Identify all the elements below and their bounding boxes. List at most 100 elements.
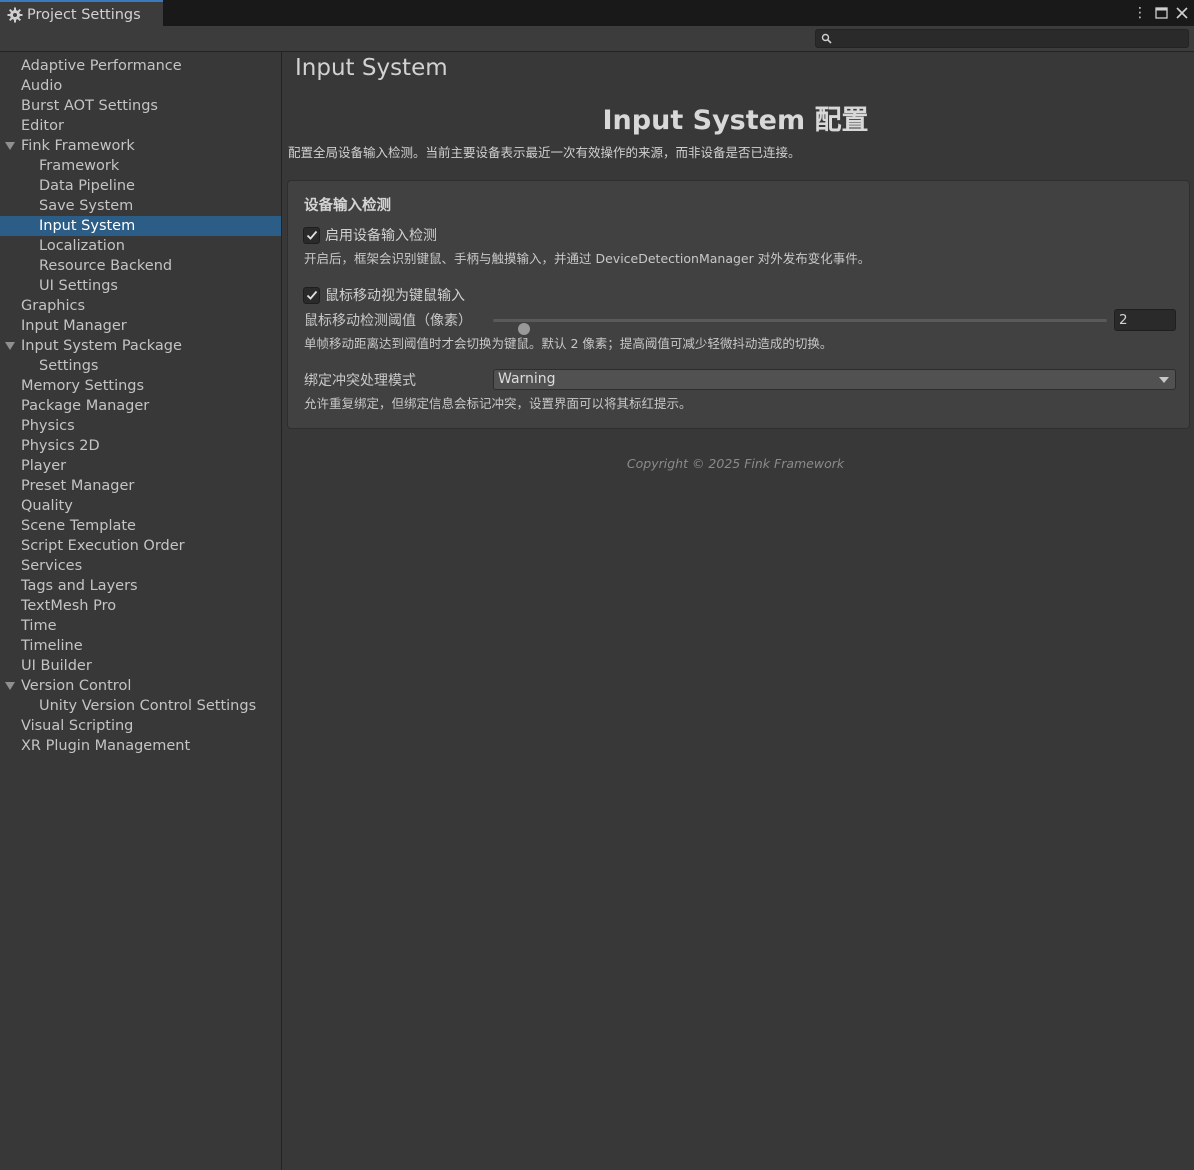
- sidebar-item-label: Memory Settings: [21, 378, 145, 394]
- sidebar-item-label: Input Manager: [21, 318, 127, 334]
- threshold-slider-track[interactable]: [493, 319, 1107, 335]
- search-input[interactable]: [815, 29, 1189, 48]
- close-icon[interactable]: [1176, 7, 1188, 19]
- sidebar-item-player[interactable]: Player: [0, 456, 281, 476]
- sidebar-item-script-execution-order[interactable]: Script Execution Order: [0, 536, 281, 556]
- search-icon: [821, 33, 832, 44]
- sidebar-item-input-manager[interactable]: Input Manager: [0, 316, 281, 336]
- sidebar-item-ui-builder[interactable]: UI Builder: [0, 656, 281, 676]
- sidebar-item-label: UI Builder: [21, 658, 92, 674]
- mouse-as-kbm-toggle[interactable]: 鼠标移动视为键鼠输入: [303, 285, 465, 305]
- expand-arrow-icon[interactable]: [5, 142, 15, 150]
- copyright-footer: Copyright © 2025 Fink Framework: [626, 456, 845, 471]
- sidebar-item-xr-plugin-management[interactable]: XR Plugin Management: [0, 736, 281, 756]
- sidebar-item-label: Visual Scripting: [21, 718, 134, 734]
- mouse-as-kbm-label: 鼠标移动视为键鼠输入: [325, 288, 465, 304]
- sidebar-item-preset-manager[interactable]: Preset Manager: [0, 476, 281, 496]
- threshold-help: 单帧移动距离达到阈值时才会切换为键鼠。默认 2 像素；提高阈值可减少轻微抖动造成…: [304, 336, 833, 351]
- sidebar-item-physics-2d[interactable]: Physics 2D: [0, 436, 281, 456]
- checkmark-icon: [306, 290, 317, 300]
- sidebar-item-fink-framework[interactable]: Fink Framework: [0, 136, 281, 156]
- sidebar-item-data-pipeline[interactable]: Data Pipeline: [0, 176, 281, 196]
- sidebar-item-label: Script Execution Order: [21, 538, 185, 554]
- sidebar-item-input-system[interactable]: Input System: [0, 216, 281, 236]
- maximize-icon[interactable]: [1155, 7, 1168, 19]
- sidebar-item-label: Scene Template: [21, 518, 136, 534]
- sidebar-item-label: Player: [21, 458, 67, 474]
- sidebar-item-textmesh-pro[interactable]: TextMesh Pro: [0, 596, 281, 616]
- sidebar-item-label: Resource Backend: [39, 258, 173, 274]
- sidebar-item-label: Graphics: [21, 298, 86, 314]
- sidebar-item-label: Version Control: [21, 678, 132, 694]
- settings-content: Input System Input System 配置 配置全局设备输入检测。…: [283, 52, 1194, 1170]
- sidebar-item-memory-settings[interactable]: Memory Settings: [0, 376, 281, 396]
- chevron-down-icon: [1159, 377, 1169, 383]
- sidebar-item-label: Save System: [39, 198, 134, 214]
- expand-arrow-icon[interactable]: [5, 342, 15, 350]
- sidebar-item-label: Quality: [21, 498, 73, 514]
- sidebar-item-visual-scripting[interactable]: Visual Scripting: [0, 716, 281, 736]
- gear-icon: [7, 7, 23, 22]
- sidebar-item-label: Package Manager: [21, 398, 150, 414]
- sidebar-item-physics[interactable]: Physics: [0, 416, 281, 436]
- sidebar-item-label: Unity Version Control Settings: [39, 698, 257, 714]
- sidebar-item-label: Adaptive Performance: [21, 58, 182, 74]
- sidebar-item-timeline[interactable]: Timeline: [0, 636, 281, 656]
- enable-detection-help: 开启后，框架会识别键鼠、手柄与触摸输入，并通过 DeviceDetectionM…: [304, 251, 871, 266]
- sidebar-item-settings[interactable]: Settings: [0, 356, 281, 376]
- sidebar-item-save-system[interactable]: Save System: [0, 196, 281, 216]
- sidebar-item-version-control[interactable]: Version Control: [0, 676, 281, 696]
- sidebar-item-label: Fink Framework: [21, 138, 135, 154]
- threshold-row: 鼠标移动检测阈值（像素） 2: [304, 309, 1176, 335]
- sidebar-item-graphics[interactable]: Graphics: [0, 296, 281, 316]
- sidebar-item-label: Physics 2D: [21, 438, 100, 454]
- sidebar-item-label: Time: [21, 618, 57, 634]
- toolbar: [0, 26, 1194, 52]
- sidebar-item-editor[interactable]: Editor: [0, 116, 281, 136]
- sidebar-item-scene-template[interactable]: Scene Template: [0, 516, 281, 536]
- sidebar-item-framework[interactable]: Framework: [0, 156, 281, 176]
- sidebar-item-label: Physics: [21, 418, 75, 434]
- sidebar-item-burst-aot-settings[interactable]: Burst AOT Settings: [0, 96, 281, 116]
- sidebar-item-label: Editor: [21, 118, 64, 134]
- sidebar-item-label: Settings: [39, 358, 99, 374]
- sidebar-item-label: Localization: [39, 238, 125, 254]
- device-detection-section: 设备输入检测 启用设备输入检测 开启后，框架会识别键鼠、手柄与触摸输入，并通过 …: [287, 180, 1190, 429]
- sidebar-item-label: Data Pipeline: [39, 178, 135, 194]
- sidebar-item-label: Audio: [21, 78, 63, 94]
- mouse-as-kbm-checkbox[interactable]: [303, 286, 320, 304]
- sidebar-item-label: Services: [21, 558, 83, 574]
- threshold-value-field[interactable]: 2: [1114, 309, 1176, 331]
- conflict-mode-row: 绑定冲突处理模式 Warning: [304, 369, 1176, 391]
- page-title: Input System: [295, 55, 448, 81]
- sidebar-item-label: Tags and Layers: [21, 578, 138, 594]
- window-titlebar: Project Settings ⋮: [0, 0, 1194, 27]
- sidebar-item-unity-version-control-settings[interactable]: Unity Version Control Settings: [0, 696, 281, 716]
- settings-sidebar: Adaptive Performance Audio Burst AOT Set…: [0, 52, 282, 1170]
- conflict-mode-label: 绑定冲突处理模式: [304, 373, 416, 389]
- sidebar-item-services[interactable]: Services: [0, 556, 281, 576]
- enable-detection-checkbox[interactable]: [303, 226, 320, 244]
- settings-tree: Adaptive Performance Audio Burst AOT Set…: [0, 56, 281, 756]
- sidebar-item-label: XR Plugin Management: [21, 738, 191, 754]
- sidebar-item-localization[interactable]: Localization: [0, 236, 281, 256]
- sidebar-item-adaptive-performance[interactable]: Adaptive Performance: [0, 56, 281, 76]
- sidebar-item-label: UI Settings: [39, 278, 118, 294]
- conflict-mode-dropdown[interactable]: Warning: [493, 369, 1176, 390]
- tab-title: Project Settings: [27, 6, 141, 23]
- project-settings-tab[interactable]: Project Settings: [0, 0, 163, 27]
- sidebar-item-input-system-package[interactable]: Input System Package: [0, 336, 281, 356]
- sidebar-item-label: TextMesh Pro: [21, 598, 117, 614]
- kebab-menu-icon[interactable]: ⋮: [1133, 4, 1147, 22]
- sidebar-item-quality[interactable]: Quality: [0, 496, 281, 516]
- sidebar-item-time[interactable]: Time: [0, 616, 281, 636]
- enable-detection-toggle[interactable]: 启用设备输入检测: [303, 225, 437, 245]
- expand-arrow-icon[interactable]: [5, 682, 15, 690]
- sidebar-item-ui-settings[interactable]: UI Settings: [0, 276, 281, 296]
- sidebar-item-tags-and-layers[interactable]: Tags and Layers: [0, 576, 281, 596]
- sidebar-item-resource-backend[interactable]: Resource Backend: [0, 256, 281, 276]
- sidebar-item-label: Input System: [39, 218, 136, 234]
- sidebar-item-package-manager[interactable]: Package Manager: [0, 396, 281, 416]
- sidebar-item-label: Framework: [39, 158, 120, 174]
- sidebar-item-audio[interactable]: Audio: [0, 76, 281, 96]
